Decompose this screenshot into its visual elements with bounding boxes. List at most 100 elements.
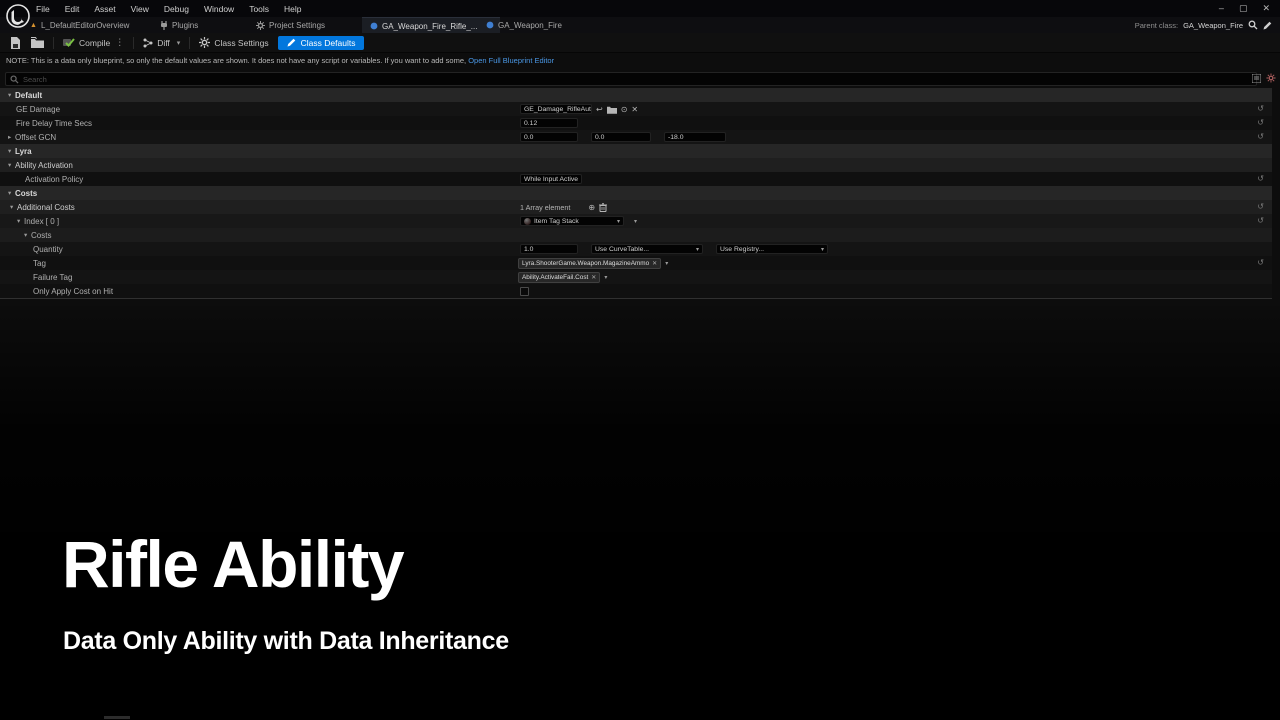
- subcategory-ability-activation[interactable]: ▾ Ability Activation: [0, 158, 1272, 172]
- expand-arrow-icon: ▾: [8, 189, 15, 197]
- row-ge-damage: GE Damage GE_Damage_RifleAuto ▾ ↩ ⊙ ✕ ↺: [0, 102, 1272, 116]
- reset-to-default-icon[interactable]: ↺: [1257, 118, 1264, 127]
- tab-ga-weapon-fire[interactable]: GA_Weapon_Fire: [478, 17, 570, 33]
- remove-tag-icon[interactable]: ✕: [652, 260, 657, 267]
- tab-plugins[interactable]: Plugins: [152, 17, 206, 33]
- view-options-icon[interactable]: [1252, 74, 1261, 83]
- overlay-subtitle: Data Only Ability with Data Inheritance: [63, 627, 509, 656]
- ge-damage-asset-value: GE_Damage_RifleAuto: [524, 106, 592, 113]
- category-costs[interactable]: ▾ Costs: [0, 186, 1272, 200]
- toolbar-divider: [53, 37, 54, 49]
- registry-select[interactable]: Use Registry... ▾: [716, 244, 828, 254]
- element-options-icon[interactable]: ▾: [634, 218, 637, 225]
- parent-class-label: Parent class:: [1135, 21, 1178, 30]
- only-apply-cost-checkbox[interactable]: [520, 287, 529, 296]
- tab-project-settings[interactable]: Project Settings: [248, 17, 333, 33]
- maximize-button[interactable]: ▢: [1239, 3, 1248, 14]
- tag-chip-value: Lyra.ShooterGame.Weapon.MagazineAmmo: [522, 260, 649, 267]
- menu-edit[interactable]: Edit: [65, 4, 80, 14]
- save-asset-icon[interactable]: [10, 37, 21, 49]
- open-full-blueprint-editor-link[interactable]: Open Full Blueprint Editor: [468, 56, 554, 65]
- offset-x-input[interactable]: 0.0: [520, 132, 578, 142]
- compile-options-icon[interactable]: ⋮: [115, 37, 124, 48]
- tag-chip[interactable]: Lyra.ShooterGame.Weapon.MagazineAmmo ✕: [518, 258, 661, 269]
- reset-to-default-icon[interactable]: ↺: [1257, 202, 1264, 211]
- tab-label: GA_Weapon_Fire_Rifle_...: [382, 22, 477, 31]
- failure-tag-dropdown-icon[interactable]: ▾: [604, 274, 607, 281]
- quantity-input[interactable]: 1.0: [520, 244, 578, 254]
- unreal-editor-window: File Edit Asset View Debug Window Tools …: [0, 0, 1280, 720]
- use-selected-asset-icon[interactable]: ↩: [596, 105, 603, 114]
- reset-to-default-icon[interactable]: ↺: [1257, 216, 1264, 225]
- parent-class-info: Parent class: GA_Weapon_Fire: [1135, 17, 1272, 33]
- item-tag-stack-select[interactable]: Item Tag Stack ▾: [520, 216, 624, 226]
- search-input[interactable]: Search: [5, 72, 1257, 86]
- expand-arrow-icon: ▾: [10, 203, 17, 211]
- reset-to-default-icon[interactable]: ↺: [1257, 104, 1264, 113]
- search-parent-class-icon[interactable]: [1248, 20, 1258, 30]
- menu-help[interactable]: Help: [284, 4, 301, 14]
- offset-z-input[interactable]: -18.0: [664, 132, 726, 142]
- browse-to-asset-icon[interactable]: [607, 105, 617, 114]
- close-button[interactable]: ✕: [1262, 3, 1270, 14]
- curve-table-select[interactable]: Use CurveTable... ▾: [591, 244, 703, 254]
- category-lyra[interactable]: ▾ Lyra: [0, 144, 1272, 158]
- category-label: Default: [15, 91, 42, 100]
- window-controls: – ▢ ✕: [1219, 3, 1270, 14]
- activation-policy-select[interactable]: While Input Active ▾: [520, 174, 582, 184]
- blueprint-icon: [370, 22, 378, 30]
- class-defaults-button[interactable]: Class Defaults: [278, 36, 365, 50]
- browse-content-browser-icon[interactable]: [31, 37, 44, 48]
- pick-asset-icon[interactable]: ⊙: [621, 105, 628, 114]
- diff-button[interactable]: Diff ▾: [143, 38, 180, 48]
- expand-arrow-icon: ▾: [24, 231, 31, 239]
- fire-delay-value: 0.12: [524, 120, 537, 127]
- add-array-element-icon[interactable]: ⊕: [588, 203, 595, 212]
- gear-icon: [199, 37, 210, 48]
- edit-parent-class-icon[interactable]: [1263, 21, 1272, 30]
- offset-y-input[interactable]: 0.0: [591, 132, 651, 142]
- trash-icon[interactable]: [599, 203, 607, 212]
- only-apply-cost-label: Only Apply Cost on Hit: [33, 287, 113, 296]
- menu-window[interactable]: Window: [204, 4, 234, 14]
- class-settings-button[interactable]: Class Settings: [199, 37, 268, 48]
- menu-bar: File Edit Asset View Debug Window Tools …: [36, 4, 302, 14]
- fire-delay-input[interactable]: 0.12: [520, 118, 578, 128]
- expand-arrow-icon: ▾: [17, 217, 24, 225]
- item-tag-stack-value: Item Tag Stack: [534, 218, 579, 225]
- warning-icon: ▲: [30, 22, 37, 29]
- failure-tag-chip[interactable]: Ability.ActivateFail.Cost ✕: [518, 272, 600, 283]
- quantity-value: 1.0: [524, 246, 533, 253]
- clear-asset-icon[interactable]: ✕: [631, 105, 638, 114]
- reset-to-default-icon[interactable]: ↺: [1257, 174, 1264, 183]
- menu-asset[interactable]: Asset: [94, 4, 115, 14]
- expand-arrow-icon[interactable]: ▸: [8, 133, 15, 141]
- diff-icon: [143, 38, 153, 48]
- chevron-down-icon: ▾: [821, 246, 824, 253]
- search-placeholder: Search: [23, 75, 47, 84]
- unreal-engine-logo-icon[interactable]: [5, 3, 31, 29]
- tab-label: Plugins: [172, 21, 198, 30]
- reset-to-default-icon[interactable]: ↺: [1257, 132, 1264, 141]
- compile-button[interactable]: Compile: [63, 37, 110, 48]
- video-title-overlay: Rifle Ability Data Only Ability with Dat…: [62, 530, 509, 656]
- tab-default-editor-overview[interactable]: ▲ L_DefaultEditorOverview: [22, 17, 137, 33]
- menu-file[interactable]: File: [36, 4, 50, 14]
- reset-to-default-icon[interactable]: ↺: [1257, 258, 1264, 267]
- struct-icon: [524, 218, 531, 225]
- tag-dropdown-icon[interactable]: ▾: [665, 260, 668, 267]
- subcategory-inner-costs[interactable]: ▾ Costs: [0, 228, 1272, 242]
- row-additional-costs[interactable]: ▾ Additional Costs 1 Array element ⊕ ↺: [0, 200, 1272, 214]
- offset-x-value: 0.0: [524, 134, 533, 141]
- minimize-button[interactable]: –: [1219, 3, 1224, 14]
- settings-gear-icon[interactable]: [1266, 73, 1276, 83]
- ge-damage-asset-select[interactable]: GE_Damage_RifleAuto ▾: [520, 104, 592, 114]
- data-only-note: NOTE: This is a data only blueprint, so …: [6, 56, 554, 65]
- remove-tag-icon[interactable]: ✕: [591, 274, 596, 281]
- row-index-0[interactable]: ▾ Index [ 0 ] Item Tag Stack ▾ ▾ ↺: [0, 214, 1272, 228]
- menu-debug[interactable]: Debug: [164, 4, 189, 14]
- compile-check-icon: [63, 37, 75, 48]
- category-default[interactable]: ▾ Default: [0, 88, 1272, 102]
- menu-tools[interactable]: Tools: [249, 4, 269, 14]
- menu-view[interactable]: View: [131, 4, 149, 14]
